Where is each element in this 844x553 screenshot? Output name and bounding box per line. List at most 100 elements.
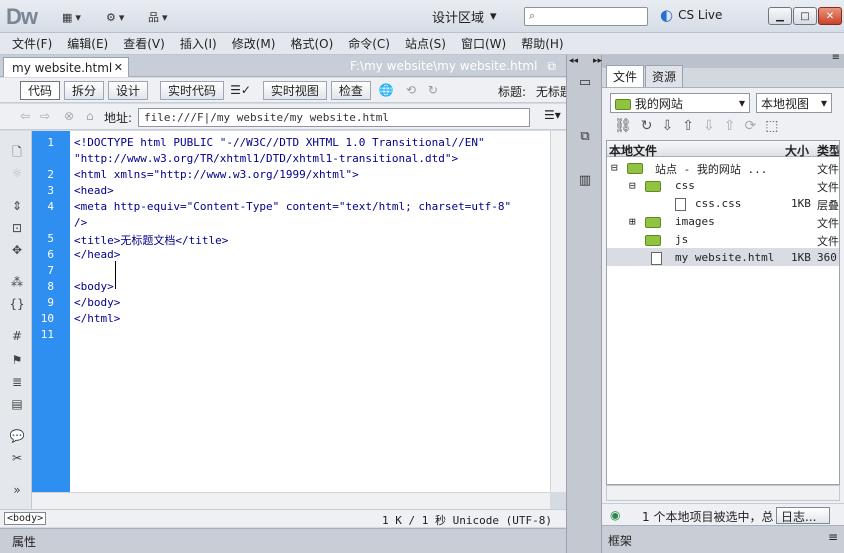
menu-insert[interactable]: 插入(I) — [180, 35, 217, 52]
css-file-icon — [675, 197, 686, 211]
code-vertical-scrollbar[interactable] — [550, 131, 566, 492]
design-view-button[interactable]: 设计 — [108, 80, 149, 100]
refresh-icon[interactable]: ↻ — [641, 118, 653, 134]
apply-comment-icon[interactable]: 💬 — [8, 429, 26, 445]
expand-icon[interactable]: ⊞ — [629, 215, 636, 228]
more-tools-icon[interactable]: » — [8, 483, 26, 499]
tag-selector[interactable]: <body> — [4, 512, 47, 525]
file-row-css-css[interactable]: css.css 1KB 层叠 — [607, 194, 839, 212]
minimize-button[interactable]: ▁ — [768, 7, 792, 25]
check-in-icon[interactable]: ⇧ — [724, 118, 736, 134]
inspect-button[interactable]: 检查 — [330, 80, 371, 100]
collapse-panels-icon[interactable]: ▸▸ — [593, 56, 602, 66]
highlight-invalid-code-icon[interactable]: ⚑ — [8, 353, 26, 369]
debug-icon[interactable]: ⟲ — [406, 83, 416, 97]
gear-icon: ⚙ — [106, 10, 116, 24]
tab-document[interactable]: my website.html ✕ — [3, 57, 129, 77]
maximize-button[interactable]: □ — [793, 7, 817, 25]
expand-panel-icon[interactable]: ⬚ — [765, 118, 778, 134]
log-button[interactable]: 日志... — [776, 507, 830, 524]
file-row-css[interactable]: ⊟ css 文件 — [607, 176, 839, 194]
ap-elements-panel-icon[interactable]: ▥ — [575, 173, 595, 191]
open-documents-icon[interactable]: 🗋 — [8, 143, 26, 159]
file-row-js[interactable]: js 文件 — [607, 230, 839, 248]
stop-icon[interactable]: ⊗ — [64, 109, 74, 123]
expand-panels-icon[interactable]: ◂◂ — [569, 56, 578, 66]
restore-document-icon[interactable]: ⧉ — [547, 59, 556, 74]
folder-icon — [627, 161, 643, 174]
code-horizontal-scrollbar[interactable] — [32, 492, 550, 509]
folder-icon — [645, 215, 661, 228]
file-row-my-website-html[interactable]: my website.html 1KB 360 — [607, 248, 839, 266]
menu-site[interactable]: 站点(S) — [405, 35, 446, 52]
menu-modify[interactable]: 修改(M) — [232, 35, 276, 52]
properties-panel-header[interactable]: 属性 — [0, 528, 566, 553]
layout-menu-button[interactable]: ▦ ▾ — [62, 8, 81, 26]
check-browser-icon[interactable]: ☰✓ — [230, 83, 251, 97]
extend-menu-button[interactable]: ⚙ ▾ — [106, 8, 124, 26]
collapse-icon[interactable]: ⊟ — [629, 179, 636, 192]
menu-commands[interactable]: 命令(C) — [348, 35, 390, 52]
back-icon[interactable]: ⇦ — [20, 109, 30, 123]
css-styles-panel-icon[interactable]: ⧉ — [575, 129, 595, 147]
forward-icon[interactable]: ⇨ — [40, 109, 50, 123]
menu-format[interactable]: 格式(O) — [290, 35, 333, 52]
live-code-button[interactable]: 实时代码 — [160, 80, 225, 100]
layout-icon: ▦ — [62, 10, 73, 24]
cs-live-button[interactable]: ◐ CS Live — [660, 6, 722, 24]
view-select[interactable]: 本地视图 ▾ — [756, 93, 832, 113]
collapse-selection-icon[interactable]: ⊡ — [8, 221, 26, 237]
view-options-icon[interactable]: ☰▾ — [544, 108, 561, 122]
put-files-icon[interactable]: ⇧ — [682, 118, 694, 134]
globe-preview-icon[interactable]: 🌐 — [379, 83, 394, 97]
tab-assets[interactable]: 资源 — [645, 65, 684, 87]
refresh-icon[interactable]: ↻ — [428, 83, 438, 97]
word-wrap-icon[interactable]: ≣ — [8, 375, 26, 391]
close-tab-icon[interactable]: ✕ — [114, 61, 123, 74]
split-view-button[interactable]: 拆分 — [64, 80, 105, 100]
site-select[interactable]: 我的网站 ▾ — [610, 93, 750, 113]
panel-options-icon[interactable]: ≡ — [832, 52, 840, 63]
connect-icon[interactable]: ⛓ — [614, 118, 632, 134]
live-view-button[interactable]: 实时视图 — [262, 80, 327, 100]
get-files-icon[interactable]: ⇩ — [662, 118, 674, 134]
collapse-full-tag-icon[interactable]: ⇕ — [8, 199, 26, 215]
column-local-files[interactable]: 本地文件 — [609, 142, 657, 159]
column-size[interactable]: 大小 — [785, 142, 809, 159]
synchronize-icon[interactable]: ⟳ — [744, 118, 756, 134]
code-editor[interactable]: <!DOCTYPE html PUBLIC "-//W3C//DTD XHTML… — [70, 131, 550, 492]
line-numbers-icon[interactable]: # — [8, 329, 26, 345]
code-view-button[interactable]: 代码 — [20, 80, 61, 100]
help-search-input[interactable]: ⌕ — [524, 7, 648, 26]
insert-panel-icon[interactable]: ▭ — [575, 75, 595, 93]
tab-files[interactable]: 文件 — [606, 65, 645, 87]
menu-edit[interactable]: 编辑(E) — [67, 35, 108, 52]
remove-comment-icon[interactable]: ✂ — [8, 451, 26, 467]
close-window-button[interactable]: ✕ — [818, 7, 842, 25]
show-code-navigator-icon[interactable]: ☼ — [8, 166, 26, 182]
file-row-site-root[interactable]: ⊟ 站点 - 我的网站 ... 文件 — [607, 158, 839, 176]
line-number: 1 — [47, 136, 54, 149]
address-input[interactable]: file:///F|/my website/my website.html — [138, 108, 530, 127]
frames-panel-header[interactable]: 框架 ≡ — [602, 525, 844, 553]
panel-options-icon[interactable]: ≡ — [828, 530, 838, 544]
menu-view[interactable]: 查看(V) — [123, 35, 165, 52]
file-row-images[interactable]: ⊞ images 文件 — [607, 212, 839, 230]
file-name: images — [675, 215, 715, 228]
menu-file[interactable]: 文件(F) — [12, 35, 52, 52]
file-name: css — [675, 179, 695, 192]
select-parent-tag-icon[interactable]: ⁂ — [8, 275, 26, 291]
menu-help[interactable]: 帮助(H) — [521, 35, 563, 52]
check-out-icon[interactable]: ⇩ — [703, 118, 715, 134]
balance-braces-icon[interactable]: {} — [8, 297, 26, 313]
collapse-icon[interactable]: ⊟ — [611, 161, 618, 174]
site-menu-button[interactable]: 品 ▾ — [148, 8, 168, 26]
workspace-switcher[interactable]: 设计区域 ▾ — [432, 6, 518, 26]
menu-window[interactable]: 窗口(W) — [461, 35, 506, 52]
line-number: 5 — [47, 232, 54, 245]
syntax-coloring-icon[interactable]: ▤ — [8, 397, 26, 413]
home-icon[interactable]: ⌂ — [86, 109, 94, 123]
expand-all-icon[interactable]: ✥ — [8, 243, 26, 259]
column-type[interactable]: 类型 — [817, 142, 839, 159]
file-tree-horizontal-scrollbar[interactable] — [606, 485, 840, 501]
